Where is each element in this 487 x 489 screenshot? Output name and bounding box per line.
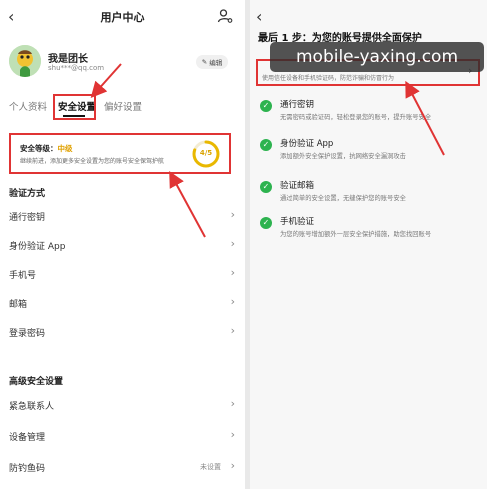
avatar-image — [9, 45, 41, 77]
tab-preferences[interactable]: 偏好设置 — [104, 99, 142, 113]
check-icon: ✓ — [260, 217, 272, 229]
tab-profile[interactable]: 个人资料 — [9, 99, 47, 113]
left-screen: ‹ 用户中心 我是团长 shu***@qq.com ✎ 编辑 个人资料 安全设置… — [0, 0, 245, 489]
option-desc: 添加额外安全保护设置，抗网络安全漏洞攻击 — [280, 153, 406, 160]
option-title: 身份验证 App — [280, 139, 334, 149]
row-email[interactable]: 邮箱 › — [9, 293, 237, 315]
avatar[interactable] — [9, 45, 41, 77]
chevron-right-icon: › — [230, 295, 235, 308]
verification-methods-title: 验证方式 — [9, 189, 46, 199]
row-label: 设备管理 — [9, 433, 46, 443]
edit-label: 编辑 — [209, 59, 223, 67]
user-email: shu***@qq.com — [48, 64, 105, 72]
edit-profile-button[interactable]: ✎ 编辑 — [196, 55, 228, 69]
top-bar: ‹ 用户中心 — [0, 0, 245, 32]
security-level-value: 中级 — [57, 144, 73, 153]
chevron-right-icon: › — [230, 459, 235, 472]
chevron-right-icon: › — [230, 208, 235, 221]
option-passkey[interactable]: ✓ 通行密钥 无需密码或验证码，轻松登录您的账号，提升账号安全 — [256, 98, 482, 128]
advanced-security-title: 高级安全设置 — [9, 377, 64, 387]
row-label: 防钓鱼码 — [9, 464, 46, 474]
security-level-desc: 继续前进，添加更多安全设置为您的账号安全保驾护航 — [20, 158, 165, 165]
watermark: mobile-yaxing.com — [270, 42, 484, 72]
right-screen: ‹ 最后 1 步：为您的账号提供全面保护 使用信任设备和手机验证码，防范诈骗和仿… — [250, 0, 487, 489]
chevron-right-icon: › — [230, 397, 235, 410]
row-device-management[interactable]: 设备管理 › — [9, 426, 237, 448]
row-label: 身份验证 App — [9, 242, 66, 252]
chevron-right-icon: › — [230, 237, 235, 250]
row-label: 通行密钥 — [9, 213, 46, 223]
row-label: 邮箱 — [9, 300, 28, 310]
back-chevron-icon[interactable]: ‹ — [256, 7, 262, 26]
edit-icon: ✎ — [201, 58, 208, 66]
option-desc: 通过简单的安全设置，无缝保护您的账号安全 — [280, 195, 406, 202]
chevron-right-icon: › — [230, 266, 235, 279]
option-title: 验证邮箱 — [280, 181, 315, 191]
check-icon: ✓ — [260, 181, 272, 193]
security-score: 4/5 — [199, 149, 213, 157]
option-desc: 无需密码或验证码，轻松登录您的账号，提升账号安全 — [280, 114, 432, 121]
row-emergency-contact[interactable]: 紧急联系人 › — [9, 395, 237, 417]
row-phone[interactable]: 手机号 › — [9, 264, 237, 286]
row-anti-phishing-code[interactable]: 防钓鱼码 未设置 › — [9, 457, 237, 479]
row-passkey[interactable]: 通行密钥 › — [9, 206, 237, 228]
row-label: 登录密码 — [9, 329, 46, 339]
option-title: 手机验证 — [280, 217, 315, 227]
check-icon: ✓ — [260, 100, 272, 112]
security-tab-highlight-box — [53, 94, 96, 120]
security-level-card[interactable]: 安全等级：中级 继续前进，添加更多安全设置为您的账号安全保驾护航 4/5 — [9, 133, 231, 174]
option-desc: 为您的账号增加额外一层安全保护措施，助您找回账号 — [280, 231, 432, 238]
check-icon: ✓ — [260, 139, 272, 151]
option-verify-email[interactable]: ✓ 验证邮箱 通过简单的安全设置，无缝保护您的账号安全 — [256, 179, 482, 209]
row-login-password[interactable]: 登录密码 › — [9, 322, 237, 344]
option-title: 通行密钥 — [280, 100, 315, 110]
row-value: 未设置 — [200, 463, 221, 471]
settings-tabs: 个人资料 安全设置 偏好设置 — [0, 99, 245, 119]
row-label: 紧急联系人 — [9, 402, 55, 412]
security-level-prefix: 安全等级： — [20, 144, 58, 153]
security-level: 安全等级：中级 — [20, 143, 73, 154]
user-settings-icon[interactable] — [217, 8, 233, 24]
option-authenticator-app[interactable]: ✓ 身份验证 App 添加额外安全保护设置，抗网络安全漏洞攻击 — [256, 137, 482, 167]
user-name: 我是团长 — [48, 54, 88, 65]
chevron-right-icon: › — [230, 428, 235, 441]
option-phone-verify[interactable]: ✓ 手机验证 为您的账号增加额外一层安全保护措施，助您找回账号 — [256, 215, 482, 245]
page-title: 用户中心 — [100, 11, 145, 24]
row-label: 手机号 — [9, 271, 37, 281]
chevron-right-icon: › — [230, 324, 235, 337]
row-authenticator-app[interactable]: 身份验证 App › — [9, 235, 237, 257]
